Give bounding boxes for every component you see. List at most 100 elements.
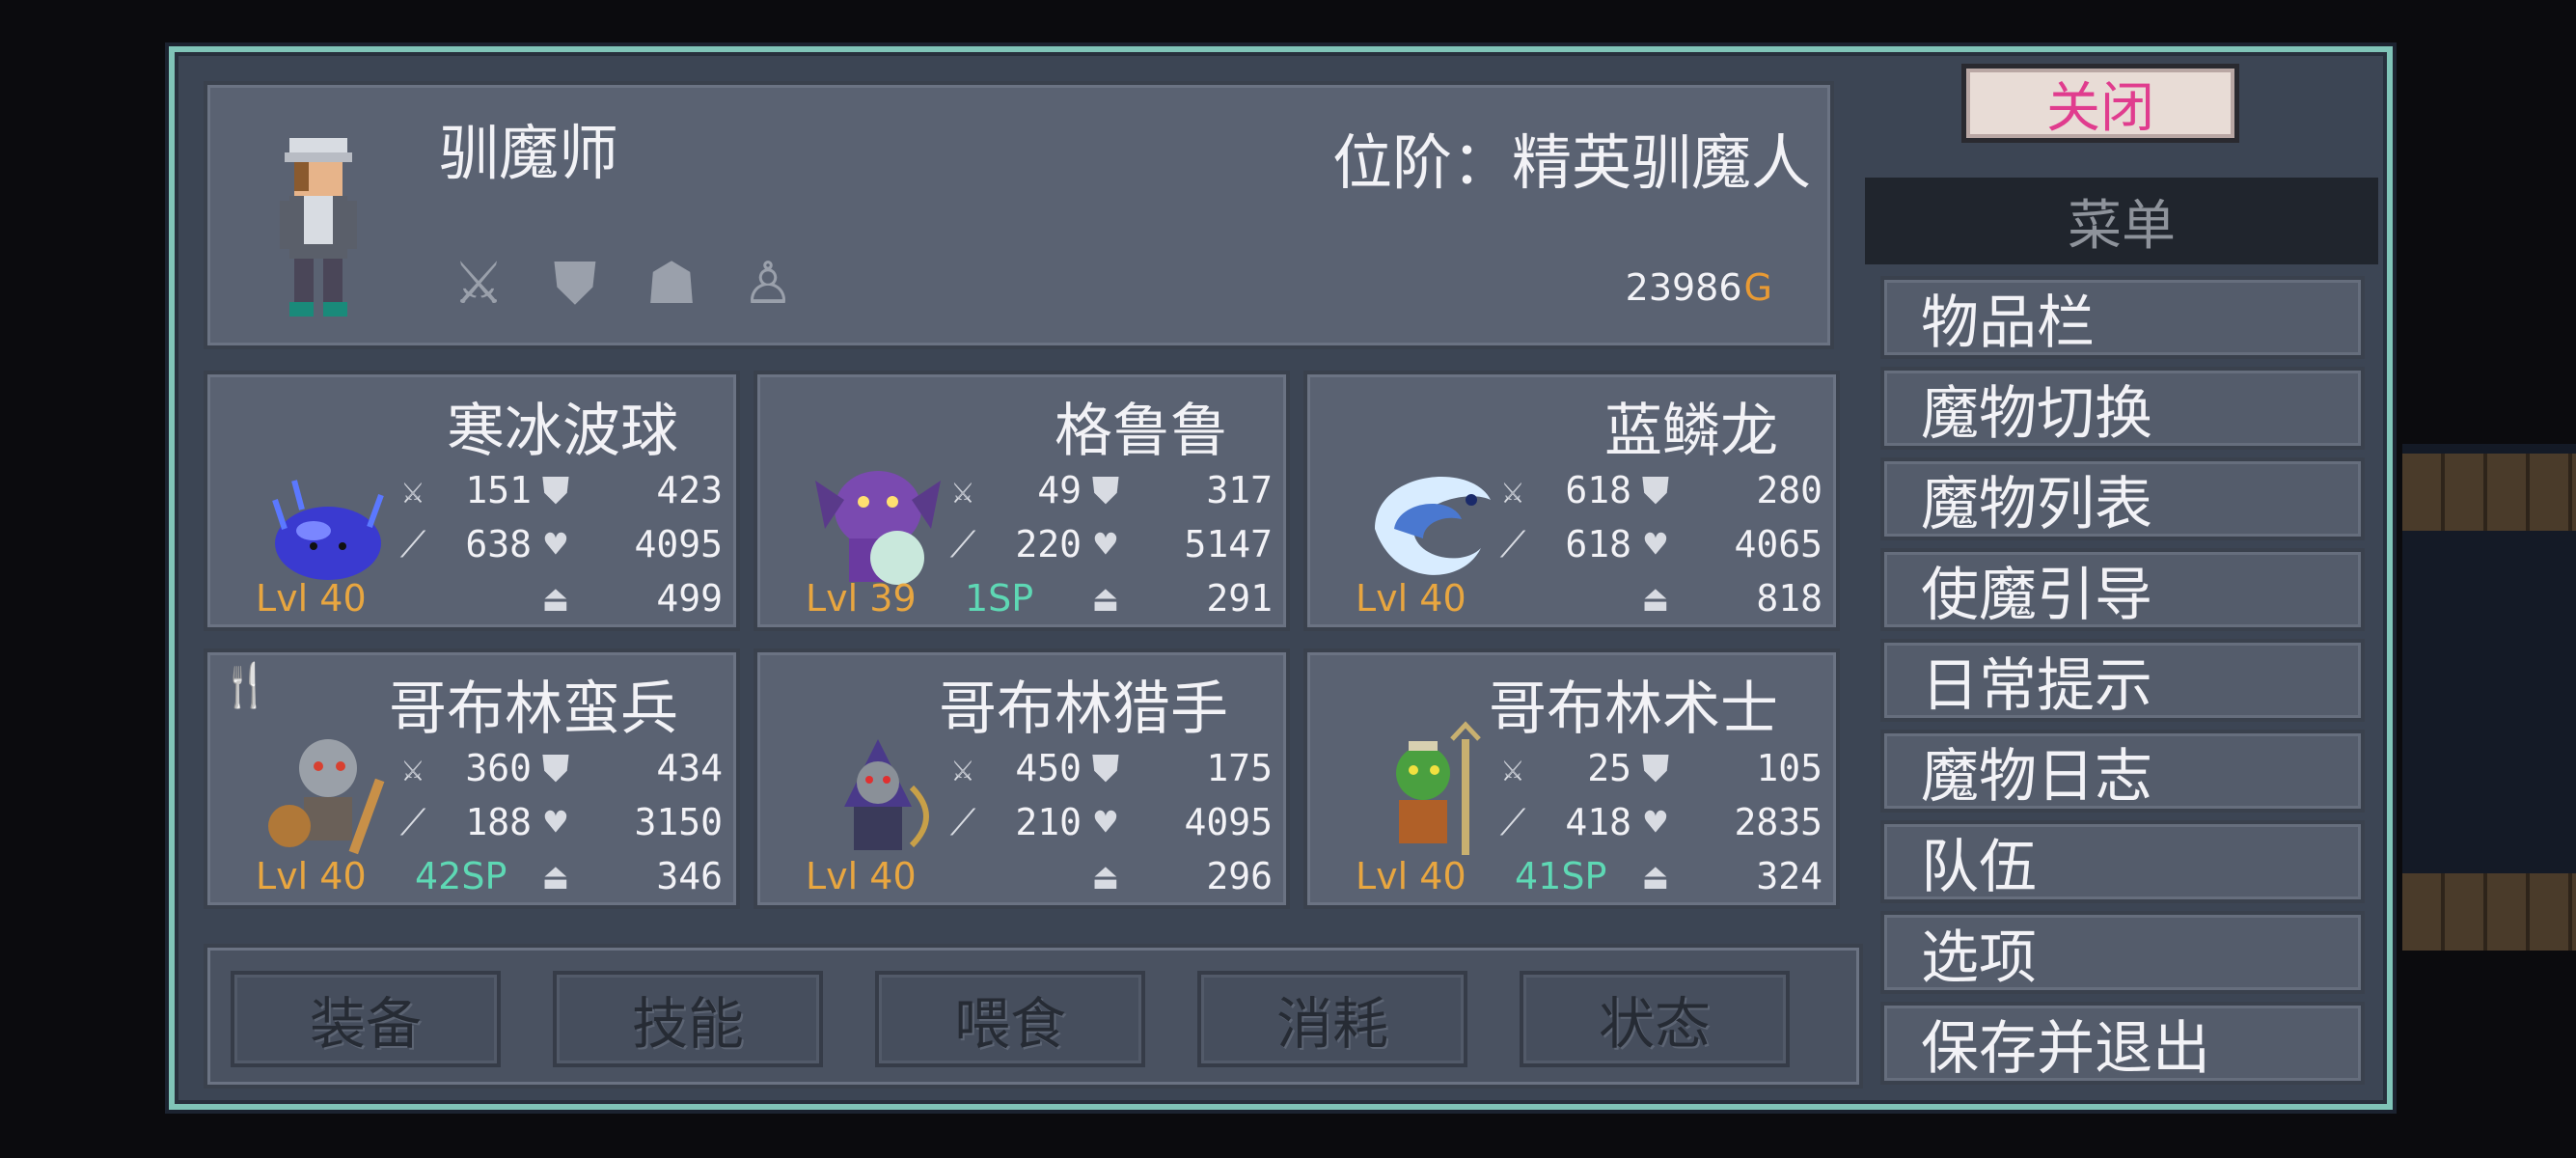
heart-icon: ♥ bbox=[1644, 523, 1667, 565]
equipment-slots: ⚔ ⛊ ☗ ♙ bbox=[439, 244, 808, 323]
gold-counter: 23986G bbox=[1625, 266, 1772, 309]
stat-defense: 280 bbox=[1756, 469, 1822, 511]
stat-weight: 324 bbox=[1756, 855, 1822, 897]
menu-item-monster-log[interactable]: 魔物日志 bbox=[1880, 730, 2365, 813]
menu-item-daily-tips[interactable]: 日常提示 bbox=[1880, 639, 2365, 722]
stat-magic: 220 bbox=[1015, 523, 1082, 565]
weight-icon: ⏏ bbox=[544, 577, 567, 620]
shield-icon: ⛊ bbox=[1091, 468, 1120, 511]
tamer-name: 驯魔师 bbox=[439, 118, 619, 188]
monster-skill-points: 1SP bbox=[965, 577, 1034, 620]
sword-icon: ⚔ bbox=[401, 747, 425, 789]
stat-hp: 5147 bbox=[1184, 523, 1273, 565]
stat-attack: 360 bbox=[465, 747, 532, 789]
sword-icon: ⚔ bbox=[1501, 469, 1524, 511]
monster-card-goblin-brute[interactable]: 🍴 哥布林蛮兵 ⚔ 360 ⛊ 434 ⟋ 188 ♥ 3150 ⏏ 346 Lvl 40 42SP bbox=[204, 648, 740, 909]
tab-consume[interactable]: 消耗 bbox=[1197, 971, 1467, 1067]
stat-attack: 151 bbox=[465, 469, 532, 511]
tab-status[interactable]: 状态 bbox=[1520, 971, 1790, 1067]
heart-icon: ♥ bbox=[1094, 523, 1117, 565]
stat-hp: 3150 bbox=[634, 801, 723, 843]
stat-hp: 2835 bbox=[1734, 801, 1822, 843]
stat-attack: 450 bbox=[1015, 747, 1082, 789]
monster-card-gruru[interactable]: 格鲁鲁 ⚔ 49 ⛊ 317 ⟋ 220 ♥ 5147 ⏏ 291 Lvl 39 1SP bbox=[754, 371, 1290, 631]
gold-icon: G bbox=[1743, 266, 1772, 309]
monster-sprite bbox=[272, 480, 384, 580]
menu-item-familiar-guide[interactable]: 使魔引导 bbox=[1880, 548, 2365, 631]
sword-icon: ⚔ bbox=[1501, 747, 1524, 789]
weight-icon: ⏏ bbox=[1644, 577, 1667, 620]
menu-item-monster-list[interactable]: 魔物列表 bbox=[1880, 457, 2365, 540]
party-window: 驯魔师 位阶：精英驯魔人 ⚔ ⛊ ☗ ♙ 23986G 寒冰波球 ⚔ 151 ⛊ 423… bbox=[169, 46, 2393, 1110]
sword-icon: ⚔ bbox=[951, 469, 974, 511]
monster-card-goblin-shaman[interactable]: 哥布林术士 ⚔ 25 ⛊ 105 ⟋ 418 ♥ 2835 ⏏ 324 Lvl 40 41SP bbox=[1303, 648, 1840, 909]
monster-name: 哥布林猎手 bbox=[939, 676, 1228, 743]
heart-icon: ♥ bbox=[1644, 801, 1667, 843]
weight-icon: ⏏ bbox=[544, 855, 567, 897]
menu-item-monster-switch[interactable]: 魔物切换 bbox=[1880, 367, 2365, 450]
weight-icon: ⏏ bbox=[1644, 855, 1667, 897]
monster-name: 哥布林术士 bbox=[1489, 676, 1778, 743]
wand-icon: ⟋ bbox=[399, 800, 426, 843]
monster-level: Lvl 40 bbox=[256, 577, 367, 620]
weight-icon: ⏏ bbox=[1094, 855, 1117, 897]
sword-icon: ⚔ bbox=[951, 747, 974, 789]
monster-level: Lvl 40 bbox=[1356, 855, 1466, 897]
stat-defense: 434 bbox=[656, 747, 723, 789]
shield-icon: ⛊ bbox=[1641, 468, 1670, 511]
menu-title: 菜单 bbox=[1865, 178, 2378, 264]
heart-icon: ♥ bbox=[544, 801, 567, 843]
tab-equipment[interactable]: 装备 bbox=[231, 971, 501, 1067]
monster-card-goblin-hunter[interactable]: 哥布林猎手 ⚔ 450 ⛊ 175 ⟋ 210 ♥ 4095 ⏏ 296 Lvl 40 bbox=[754, 648, 1290, 909]
monster-sprite bbox=[268, 739, 385, 855]
stat-hp: 4095 bbox=[634, 523, 723, 565]
stat-weight: 291 bbox=[1206, 577, 1273, 620]
stat-defense: 423 bbox=[656, 469, 723, 511]
shield-icon: ⛊ bbox=[541, 746, 570, 789]
monster-card-ice-slime[interactable]: 寒冰波球 ⚔ 151 ⛊ 423 ⟋ 638 ♥ 4095 ⏏ 499 Lvl 40 bbox=[204, 371, 740, 631]
menu-item-inventory[interactable]: 物品栏 bbox=[1880, 276, 2365, 359]
menu-item-options[interactable]: 选项 bbox=[1880, 911, 2365, 994]
action-tab-bar: 装备 技能 喂食 消耗 状态 bbox=[204, 944, 1863, 1089]
weight-icon: ⏏ bbox=[1094, 577, 1117, 620]
monster-stats: ⚔ 618 ⛊ 280 ⟋ 618 ♥ 4065 ⏏ 818 bbox=[1494, 463, 1822, 625]
monster-name: 哥布林蛮兵 bbox=[389, 676, 678, 743]
shield-icon: ⛊ bbox=[541, 468, 570, 511]
menu-item-save-quit[interactable]: 保存并退出 bbox=[1880, 1002, 2365, 1085]
close-button[interactable]: 关闭 bbox=[1961, 64, 2239, 143]
armor-slot-icon[interactable]: ⛊ bbox=[535, 244, 615, 323]
monster-sprite bbox=[844, 739, 929, 850]
shield-icon: ⛊ bbox=[1091, 746, 1120, 789]
stat-magic: 638 bbox=[465, 523, 532, 565]
monster-name: 蓝鳞龙 bbox=[1604, 398, 1778, 465]
tab-feed[interactable]: 喂食 bbox=[875, 971, 1145, 1067]
menu-item-party[interactable]: 队伍 bbox=[1880, 820, 2365, 903]
monster-skill-points: 42SP bbox=[415, 855, 507, 897]
monster-sprite bbox=[1375, 477, 1491, 575]
brick-ledge-top bbox=[2402, 454, 2576, 531]
tamer-header: 驯魔师 位阶：精英驯魔人 ⚔ ⛊ ☗ ♙ 23986G bbox=[204, 81, 1834, 349]
stat-defense: 175 bbox=[1206, 747, 1273, 789]
weapon-slot-icon[interactable]: ⚔ bbox=[439, 244, 518, 323]
monster-level: Lvl 40 bbox=[806, 855, 917, 897]
tab-skills[interactable]: 技能 bbox=[553, 971, 823, 1067]
stat-weight: 499 bbox=[656, 577, 723, 620]
helmet-slot-icon[interactable]: ☗ bbox=[632, 244, 711, 323]
wand-icon: ⟋ bbox=[1499, 522, 1526, 565]
monster-card-blue-dragon[interactable]: 蓝鳞龙 ⚔ 618 ⛊ 280 ⟋ 618 ♥ 4065 ⏏ 818 Lvl 40 bbox=[1303, 371, 1840, 631]
tamer-rank: 位阶：精英驯魔人 bbox=[1331, 127, 1811, 198]
brick-ledge-bottom bbox=[2402, 873, 2576, 951]
stat-magic: 618 bbox=[1565, 523, 1631, 565]
monster-skill-points: 41SP bbox=[1515, 855, 1607, 897]
stat-hp: 4095 bbox=[1184, 801, 1273, 843]
monster-sprite bbox=[815, 471, 941, 585]
accessory-slot-icon[interactable]: ♙ bbox=[728, 244, 808, 323]
stat-attack: 618 bbox=[1565, 469, 1631, 511]
stat-defense: 317 bbox=[1206, 469, 1273, 511]
wand-icon: ⟋ bbox=[949, 800, 976, 843]
wand-icon: ⟋ bbox=[399, 522, 426, 565]
monster-level: Lvl 40 bbox=[1356, 577, 1466, 620]
wand-icon: ⟋ bbox=[949, 522, 976, 565]
stat-magic: 418 bbox=[1565, 801, 1631, 843]
monster-stats: ⚔ 450 ⛊ 175 ⟋ 210 ♥ 4095 ⏏ 296 bbox=[945, 741, 1273, 903]
